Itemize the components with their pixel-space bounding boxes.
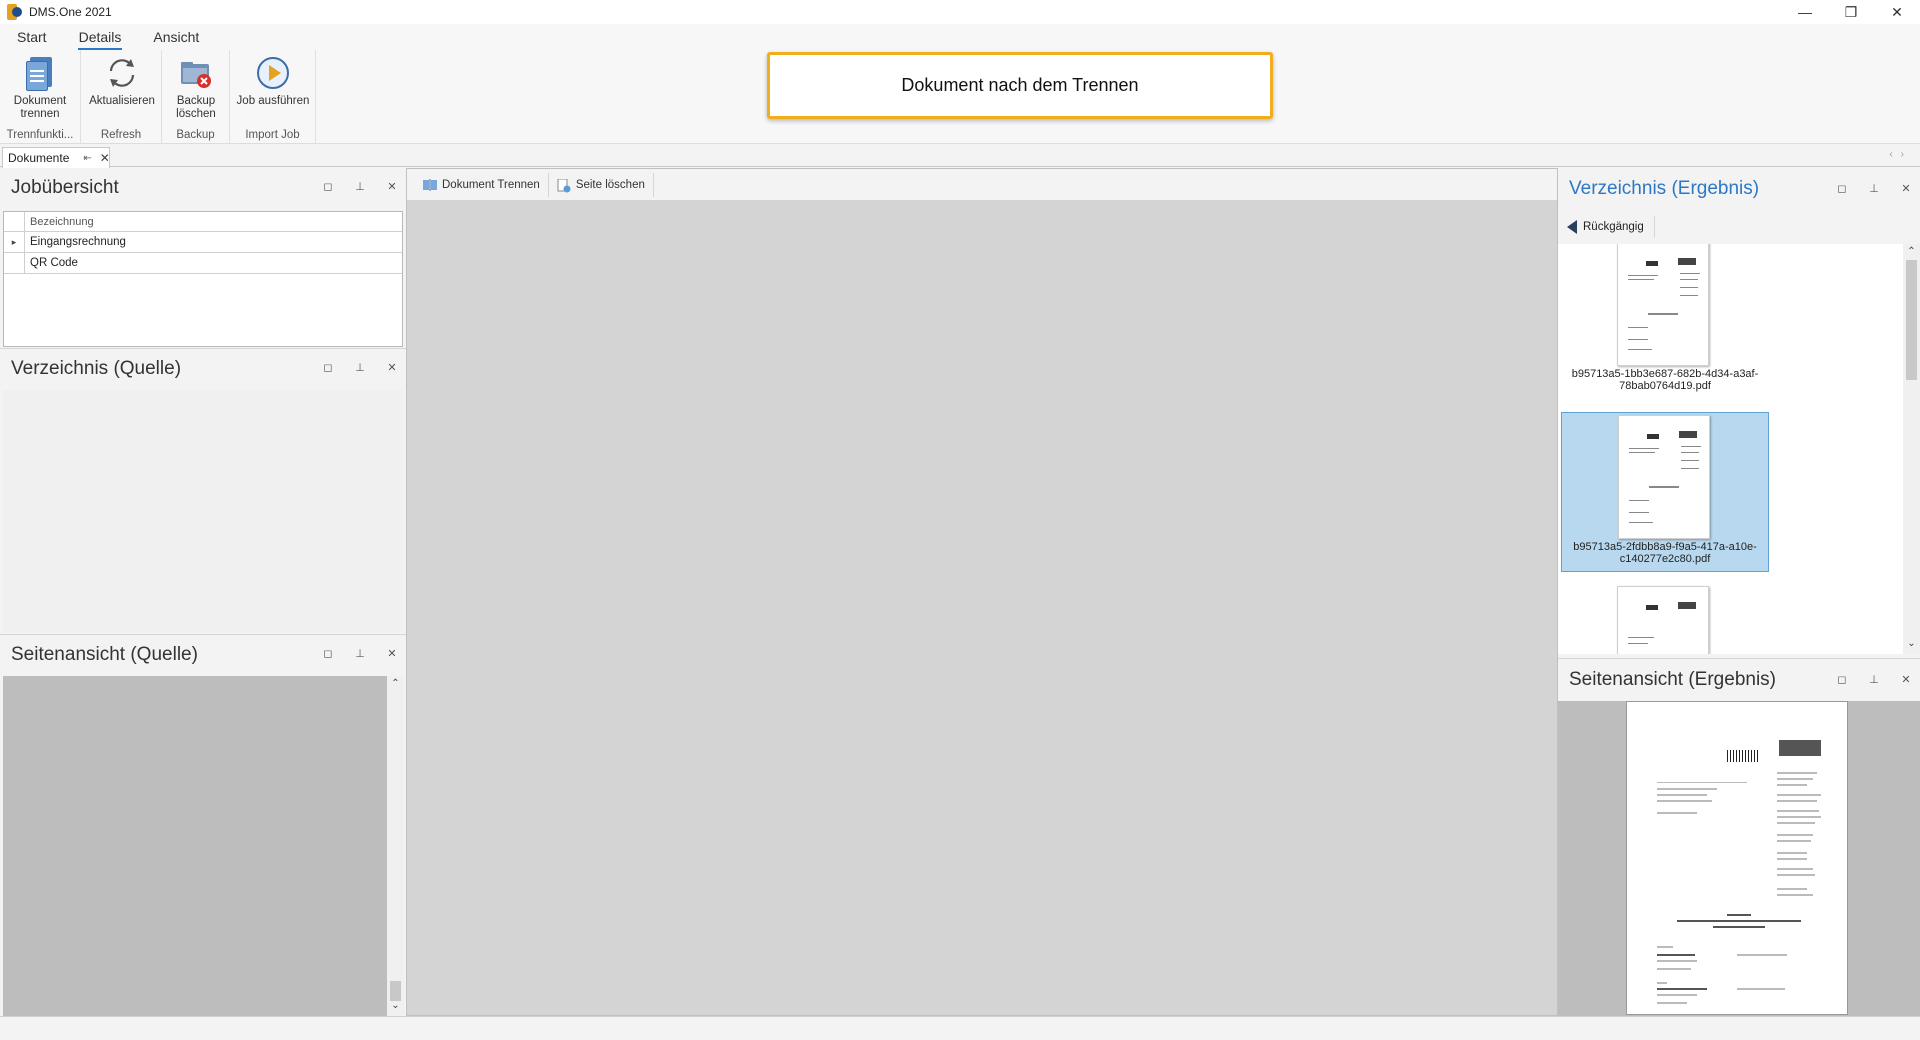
delete-backup-button[interactable]: Backup löschen (159, 54, 233, 121)
scroll-down-icon[interactable]: ⌄ (1903, 638, 1920, 649)
panel-job-overview: Jobübersicht ◻ ⊥ ✕ Bezeichnung ▸ Eingang… (0, 168, 406, 348)
notification-box: Dokument nach dem Trennen (767, 52, 1273, 119)
tab-ansicht[interactable]: Ansicht (144, 29, 208, 50)
pin-panel-icon[interactable]: ⊥ (1868, 182, 1880, 195)
panel-source-directory: Verzeichnis (Quelle) ◻ ⊥ ✕ (0, 348, 406, 633)
close-tab-icon[interactable]: ✕ (100, 151, 110, 165)
run-job-button[interactable]: Job ausführen (236, 54, 310, 108)
split-icon (423, 178, 437, 191)
table-row[interactable]: ▸ Eingangsrechnung (4, 232, 402, 253)
pin-icon[interactable]: ⇤ (83, 153, 91, 164)
job-grid: Bezeichnung ▸ Eingangsrechnung QR Code (3, 211, 403, 347)
maximize-panel-icon[interactable]: ◻ (322, 361, 334, 374)
delete-backup-label: Backup löschen (176, 95, 216, 120)
file-name: b95713a5-1bb3e687-682b-4d34-a3af-78bab07… (1571, 368, 1759, 392)
minimize-button[interactable]: — (1782, 0, 1828, 24)
close-panel-icon[interactable]: ✕ (386, 361, 398, 374)
close-panel-icon[interactable]: ✕ (386, 180, 398, 193)
delete-backup-icon (177, 54, 215, 92)
split-document-button[interactable]: Dokument trennen (3, 54, 77, 121)
center-toolbar: Dokument Trennen Seite löschen (407, 169, 1557, 201)
pin-panel-icon[interactable]: ⊥ (354, 180, 366, 193)
maximize-panel-icon[interactable]: ◻ (1836, 673, 1848, 686)
expand-row-icon[interactable]: ▸ (4, 232, 25, 252)
split-document-label: Dokument trennen (13, 95, 67, 120)
delete-page-icon (557, 178, 571, 192)
close-panel-icon[interactable]: ✕ (1900, 182, 1912, 195)
refresh-icon (103, 54, 141, 92)
scroll-up-icon[interactable]: ⌃ (1903, 246, 1920, 257)
scroll-down-icon[interactable]: ⌄ (387, 1000, 404, 1011)
document-work-area[interactable]: Dokument Trennen Seite löschen (406, 168, 1558, 1016)
source-preview-scrollbar[interactable]: ⌃ ⌄ (387, 676, 404, 1016)
notification-text: Dokument nach dem Trennen (901, 75, 1139, 95)
run-job-label: Job ausführen (236, 95, 310, 107)
result-file-list[interactable]: b95713a5-1bb3e687-682b-4d34-a3af-78bab07… (1558, 244, 1920, 654)
pin-panel-icon[interactable]: ⊥ (354, 361, 366, 374)
pin-panel-icon[interactable]: ⊥ (1868, 673, 1880, 686)
ribbon-group-trennfunktionen: Dokument trennen Trennfunkti... (0, 50, 81, 144)
tab-start[interactable]: Start (8, 29, 56, 50)
group-caption: Import Job (245, 129, 300, 141)
window-title: DMS.One 2021 (29, 5, 112, 19)
close-panel-icon[interactable]: ✕ (1900, 673, 1912, 686)
group-caption: Backup (176, 129, 215, 141)
panel-title: Verzeichnis (Ergebnis) (1569, 178, 1760, 199)
delete-page-toolbar-button[interactable]: Seite löschen (549, 172, 654, 197)
back-arrow-icon (1567, 220, 1577, 234)
list-item[interactable]: b95713a5-1bb3e687-682b-4d34-a3af-78bab07… (1561, 244, 1769, 400)
source-file-list[interactable] (3, 390, 403, 632)
panel-title: Verzeichnis (Quelle) (11, 358, 182, 379)
document-tab-strip: Dokumente ⇤ ✕ ‹› (0, 145, 1920, 168)
tab-dokumente-label: Dokumente (8, 151, 70, 165)
list-item[interactable] (1561, 584, 1769, 654)
list-item-selected[interactable]: b95713a5-2fdbb8a9-f9a5-417a-a10e-c140277… (1561, 412, 1769, 572)
panel-result-directory: Verzeichnis (Ergebnis) ◻ ⊥ ✕ Rückgängig (1558, 168, 1920, 658)
file-name: b95713a5-2fdbb8a9-f9a5-417a-a10e-c140277… (1573, 541, 1757, 565)
result-list-scrollbar[interactable]: ⌃ ⌄ (1903, 244, 1920, 654)
undo-button[interactable]: Rückgängig (1567, 216, 1655, 238)
panel-title: Seitenansicht (Quelle) (11, 644, 198, 665)
column-header-bezeichnung[interactable]: Bezeichnung (30, 216, 94, 228)
maximize-panel-icon[interactable]: ◻ (1836, 182, 1848, 195)
split-document-icon (21, 54, 59, 92)
close-panel-icon[interactable]: ✕ (386, 647, 398, 660)
app-logo-icon (7, 4, 23, 20)
maximize-panel-icon[interactable]: ◻ (322, 647, 334, 660)
pin-panel-icon[interactable]: ⊥ (354, 647, 366, 660)
pdf-thumbnail (1617, 244, 1709, 366)
tab-details[interactable]: Details (70, 29, 131, 50)
source-page-preview[interactable] (3, 676, 387, 1016)
panel-result-pageview: Seitenansicht (Ergebnis) ◻ ⊥ ✕ (1558, 658, 1920, 1017)
group-caption: Refresh (100, 129, 142, 141)
play-icon (254, 54, 292, 92)
refresh-button[interactable]: Aktualisieren (85, 54, 159, 108)
table-row[interactable]: QR Code (4, 253, 402, 274)
status-bar (0, 1016, 1920, 1040)
tab-scroll-arrows[interactable]: ‹› (1889, 149, 1912, 160)
restore-button[interactable]: ❐ (1828, 0, 1874, 24)
pdf-thumbnail (1618, 415, 1710, 539)
ribbon-group-backup: Backup löschen Backup (162, 50, 230, 144)
group-caption: Trennfunkti... (6, 129, 74, 141)
maximize-panel-icon[interactable]: ◻ (322, 180, 334, 193)
tab-dokumente[interactable]: Dokumente ⇤ ✕ (2, 147, 110, 168)
scroll-up-icon[interactable]: ⌃ (387, 678, 404, 689)
ribbon-group-import-job: Job ausführen Import Job (230, 50, 316, 144)
refresh-label: Aktualisieren (89, 95, 155, 107)
result-toolbar: Rückgängig (1558, 212, 1920, 242)
pdf-thumbnail (1617, 586, 1709, 654)
panel-title: Seitenansicht (Ergebnis) (1569, 669, 1776, 690)
panel-title: Jobübersicht (11, 177, 119, 198)
panel-source-pageview: Seitenansicht (Quelle) ◻ ⊥ ✕ ⌃ ⌄ (0, 634, 406, 1016)
title-bar: DMS.One 2021 — ❐ ✕ (0, 0, 1920, 24)
result-page-preview[interactable] (1558, 701, 1920, 1017)
ribbon-tabs: Start Details Ansicht (0, 24, 1920, 50)
ribbon-group-refresh: Aktualisieren Refresh (81, 50, 162, 144)
split-document-toolbar-button[interactable]: Dokument Trennen (415, 172, 549, 197)
close-button[interactable]: ✕ (1874, 0, 1920, 24)
pdf-page-preview (1626, 701, 1848, 1015)
